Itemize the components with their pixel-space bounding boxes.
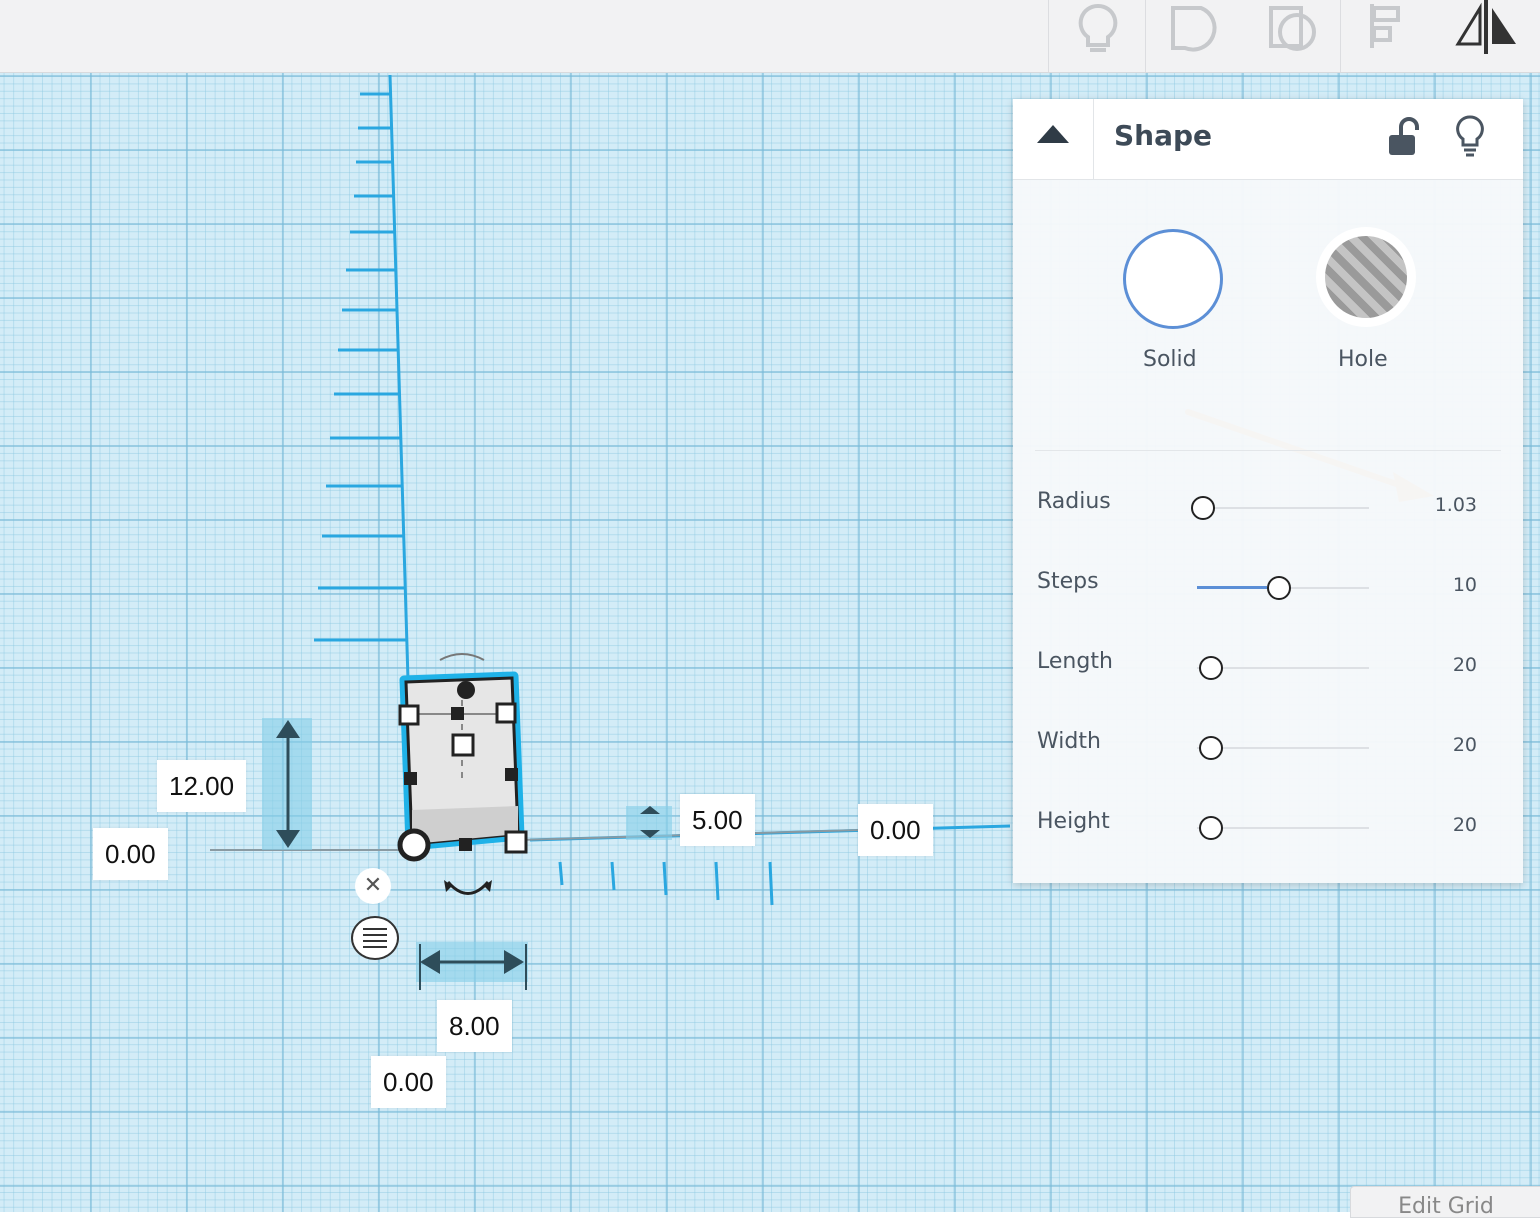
edit-grid-button[interactable]: Edit Grid xyxy=(1350,1186,1540,1219)
property-value-length[interactable]: 20 xyxy=(1453,654,1477,676)
toolbar-separator xyxy=(1145,0,1146,72)
property-slider-thumb[interactable] xyxy=(1267,576,1291,600)
x-offset-label[interactable]: 0.00 xyxy=(858,804,933,856)
property-label-radius: Radius xyxy=(1037,489,1111,514)
property-slider-track[interactable] xyxy=(1197,827,1369,829)
z-offset-label[interactable]: 0.00 xyxy=(93,828,168,880)
divider xyxy=(1035,450,1501,451)
property-value-width[interactable]: 20 xyxy=(1453,734,1477,756)
property-label-length: Length xyxy=(1037,649,1113,674)
panel-title: Shape xyxy=(1114,119,1213,152)
y-offset-label[interactable]: 0.00 xyxy=(371,1056,446,1108)
property-value-height[interactable]: 20 xyxy=(1453,814,1477,836)
hole-stripes-icon xyxy=(1325,236,1407,318)
width-dimension-label[interactable]: 8.00 xyxy=(437,1000,512,1052)
top-toolbar xyxy=(0,0,1540,73)
depth-dimension-label[interactable]: 5.00 xyxy=(680,794,755,846)
hole-button[interactable] xyxy=(1316,227,1416,327)
hole-label: Hole xyxy=(1338,347,1388,372)
property-slider-thumb[interactable] xyxy=(1198,736,1223,760)
property-slider-fill xyxy=(1197,586,1267,589)
property-slider-thumb[interactable] xyxy=(1191,496,1215,520)
lightbulb-icon[interactable] xyxy=(1058,0,1138,72)
shape-inspector-panel: Shape Solid Hole Radius 1.03 Steps 10 Length… xyxy=(1013,99,1523,883)
close-icon: ✕ xyxy=(363,873,383,898)
property-label-width: Width xyxy=(1037,729,1101,754)
property-slider-track[interactable] xyxy=(1197,667,1369,669)
align-icon[interactable] xyxy=(1350,0,1430,72)
height-dimension-label[interactable]: 12.00 xyxy=(157,760,247,812)
property-label-height: Height xyxy=(1037,809,1110,834)
panel-header: Shape xyxy=(1013,99,1523,180)
caret-up-icon xyxy=(1037,125,1069,143)
property-slider-track[interactable] xyxy=(1197,507,1369,509)
menu-icon xyxy=(363,928,387,948)
delete-shape-button[interactable]: ✕ xyxy=(355,868,391,904)
ungroup-icon[interactable] xyxy=(1255,0,1335,72)
property-slider-track[interactable] xyxy=(1197,747,1369,749)
group-icon[interactable] xyxy=(1157,0,1237,72)
toolbar-separator xyxy=(1048,0,1049,72)
lightbulb-icon[interactable] xyxy=(1450,113,1490,161)
property-label-steps: Steps xyxy=(1037,569,1099,594)
toolbar-separator xyxy=(1340,0,1341,72)
selected-shape[interactable] xyxy=(399,671,525,851)
property-value-radius[interactable]: 1.03 xyxy=(1435,494,1477,516)
property-slider-thumb[interactable] xyxy=(1198,656,1223,680)
property-slider-thumb[interactable] xyxy=(1198,816,1223,840)
solid-label: Solid xyxy=(1143,347,1197,372)
solid-button[interactable] xyxy=(1123,229,1223,329)
property-value-steps[interactable]: 10 xyxy=(1453,574,1477,596)
mirror-icon[interactable] xyxy=(1446,0,1526,72)
shape-menu-button[interactable] xyxy=(351,916,399,960)
lock-icon[interactable] xyxy=(1383,115,1423,159)
collapse-panel-button[interactable] xyxy=(1013,99,1094,179)
